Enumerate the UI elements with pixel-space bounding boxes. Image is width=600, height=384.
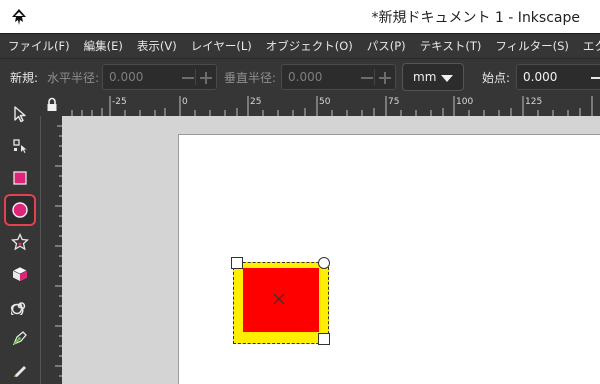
drawing-canvas[interactable] [62,116,600,384]
rx-value[interactable]: 0.000 [109,70,143,84]
menu-object[interactable]: オブジェクト(O) [258,34,359,58]
menu-edit[interactable]: 編集(E) [76,34,129,58]
pen-tool-icon [12,331,27,346]
ruler-label: 75 [388,97,400,107]
pencil-tool-icon [14,366,26,377]
rotation-center-icon[interactable] [272,292,286,306]
spiral-tool[interactable] [5,291,35,321]
rectangle-tool[interactable] [5,163,35,193]
round-corner-handle[interactable] [318,257,330,269]
new-label: 新規: [10,71,39,85]
ry-spinbox[interactable]: 0.000 [281,64,396,90]
unit-value: mm [413,70,437,84]
resize-handle-top-left[interactable] [231,257,243,269]
toolbox [0,94,40,384]
pen-tool[interactable] [5,323,35,353]
3d-box-tool[interactable] [5,259,35,289]
ruler-label: 25 [250,97,262,107]
horizontal-ruler-ticks [71,96,593,116]
3d-box-tool-icon [12,266,28,281]
node-tool[interactable] [5,131,35,161]
menu-text[interactable]: テキスト(T) [412,34,488,58]
menu-bar: ファイル(F) 編集(E) 表示(V) レイヤー(L) オブジェクト(O) パス(P) テキ… [0,33,600,58]
horizontal-ruler[interactable]: -25 0 25 50 75 100 125 [62,94,600,116]
ruler-label: 125 [525,97,543,107]
star-tool[interactable] [5,227,35,257]
star-tool-icon [11,233,29,251]
start-spinbox[interactable]: 0.000 [516,64,600,90]
ry-decrement-icon[interactable] [361,77,373,79]
ry-label: 垂直半径: [224,71,277,85]
selector-tool-icon [14,106,26,123]
start-value[interactable]: 0.000 [523,70,557,84]
ruler-label: 100 [456,97,474,107]
vertical-ruler-ticks [55,125,63,377]
ruler-label: -25 [112,97,127,107]
ry-value[interactable]: 0.000 [288,70,322,84]
rx-decrement-icon[interactable] [182,77,194,79]
start-decrement-icon[interactable] [591,77,600,79]
unit-dropdown[interactable]: mm [402,63,464,91]
lock-icon[interactable] [45,97,59,113]
menu-extensions[interactable]: エクステンション [575,34,600,58]
ruler-corner [40,94,62,116]
node-tool-icon [13,139,27,153]
rx-label: 水平半径: [47,71,100,85]
ellipse-tool[interactable] [4,194,36,226]
menu-view[interactable]: 表示(V) [129,34,183,58]
pencil-tool[interactable] [5,355,35,384]
chevron-down-icon [441,75,453,82]
spiral-tool-icon [11,302,26,315]
selector-tool[interactable] [5,99,35,129]
resize-handle-bottom-right[interactable] [318,333,330,345]
tool-controls-bar: 新規: 水平半径: 0.000 垂直半径: 0.000 mm 始点: 0.000 [0,58,600,94]
title-bar: *新規ドキュメント 1 - Inkscape [0,0,600,33]
rectangle-tool-icon [13,171,27,185]
vertical-ruler[interactable] [40,94,63,384]
ruler-label: 50 [319,97,331,107]
rx-spinbox[interactable]: 0.000 [102,64,217,90]
menu-filters[interactable]: フィルター(S) [487,34,575,58]
start-label: 始点: [482,71,511,85]
ruler-label: 0 [182,97,188,107]
menu-file[interactable]: ファイル(F) [0,34,76,58]
menu-path[interactable]: パス(P) [359,34,412,58]
ellipse-tool-icon [12,202,28,218]
menu-layer[interactable]: レイヤー(L) [183,34,258,58]
window-title: *新規ドキュメント 1 - Inkscape [371,10,581,26]
